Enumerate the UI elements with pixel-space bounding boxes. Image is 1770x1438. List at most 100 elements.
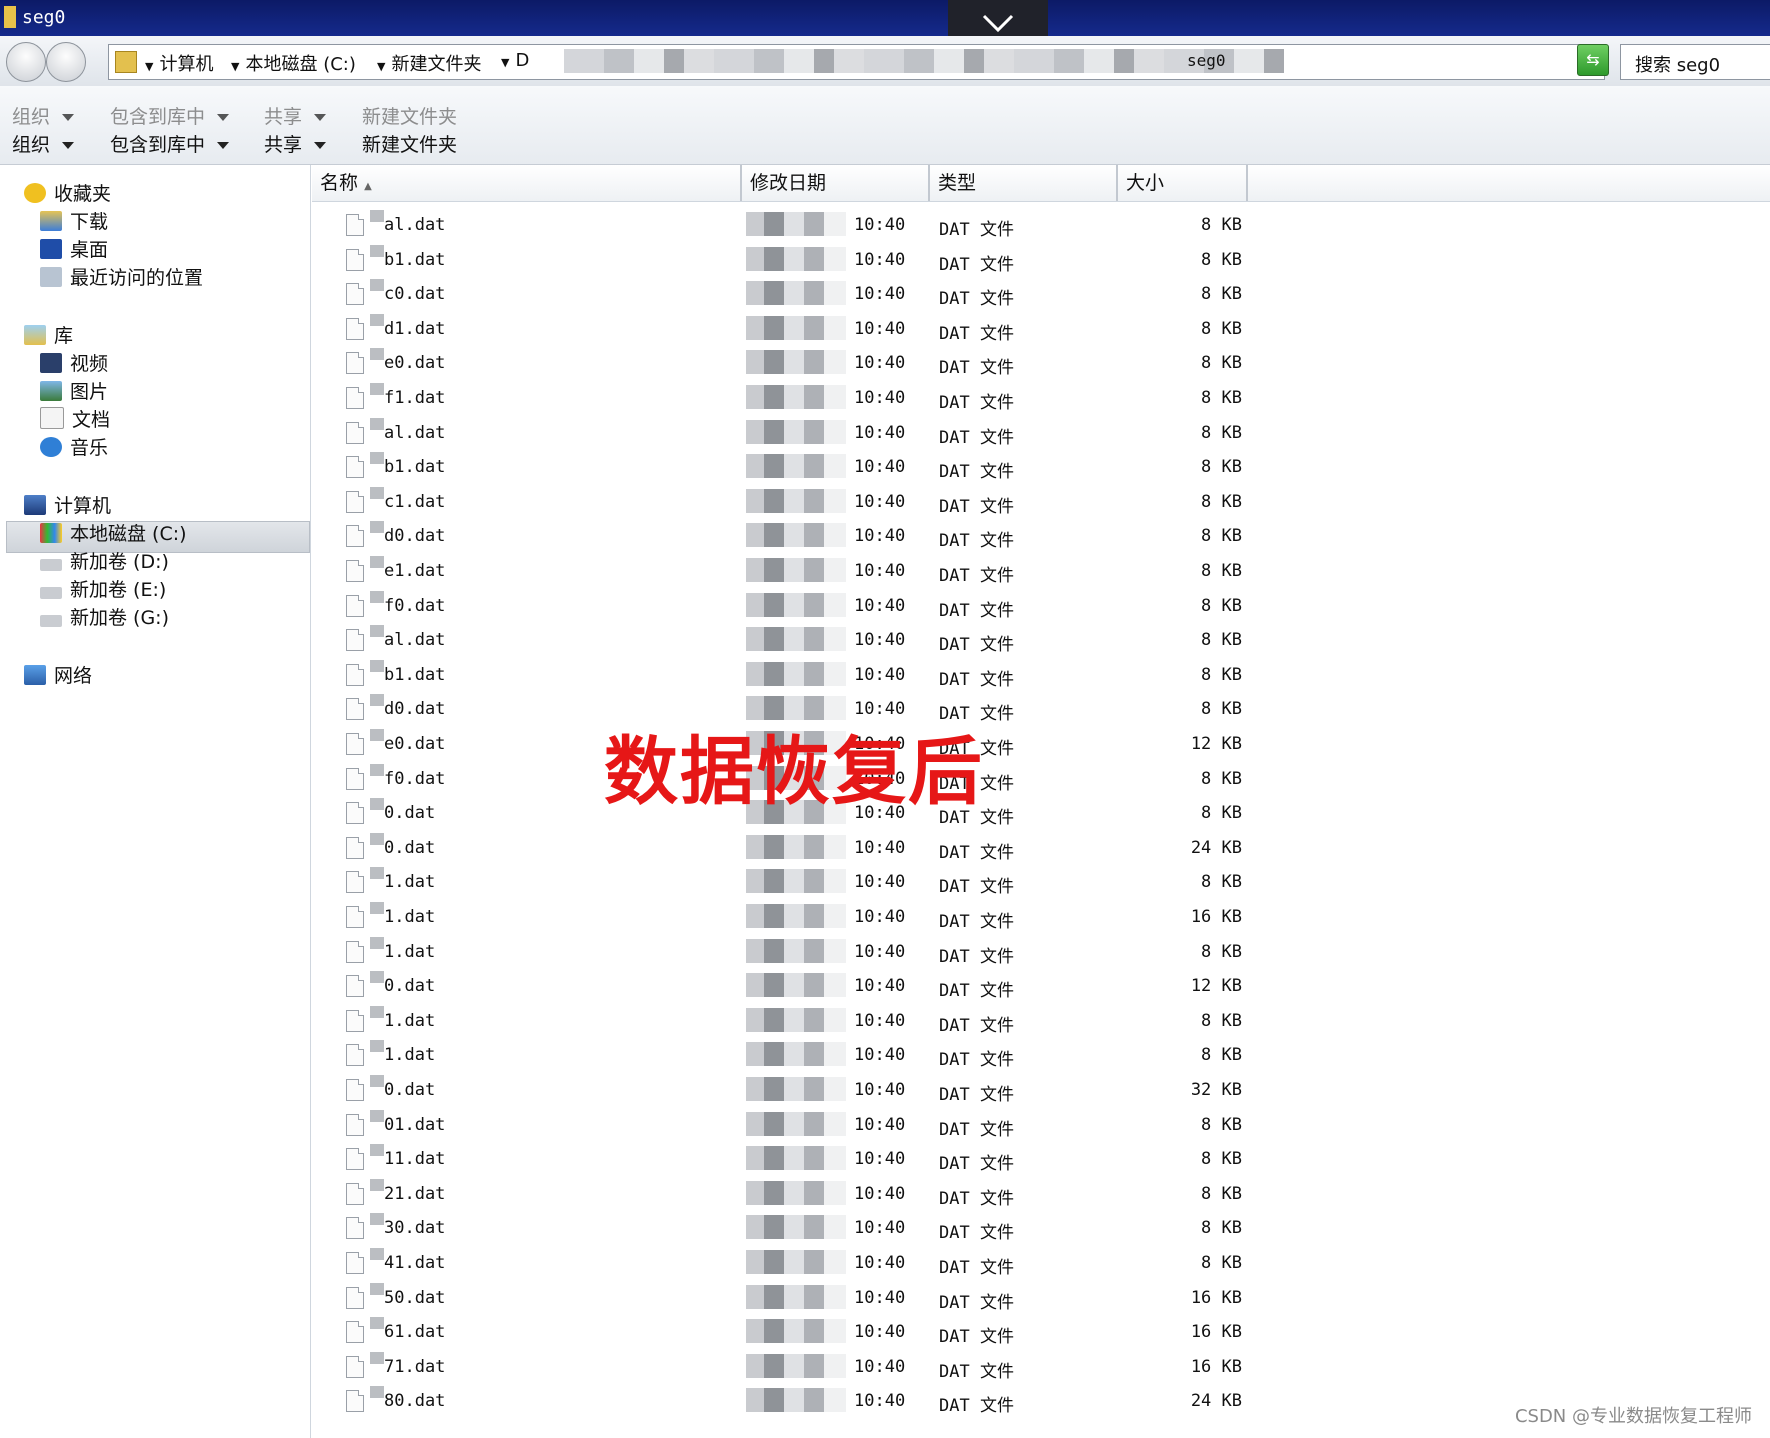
file-row[interactable]: 1.dat 10:40 DAT 文件 8 KB	[312, 935, 1312, 969]
file-row[interactable]: al.dat 10:40 DAT 文件 8 KB	[312, 208, 1312, 242]
file-row[interactable]: 41.dat 10:40 DAT 文件 8 KB	[312, 1246, 1312, 1280]
nav-documents[interactable]: 文档	[40, 405, 110, 432]
file-time: 10:40	[854, 353, 906, 373]
file-row[interactable]: 21.dat 10:40 DAT 文件 8 KB	[312, 1177, 1312, 1211]
redacted-prefix	[370, 210, 384, 222]
file-name: 41.dat	[384, 1253, 446, 1273]
file-row[interactable]: 0.dat 10:40 DAT 文件 24 KB	[312, 831, 1312, 865]
file-row[interactable]: c1.dat 10:40 DAT 文件 8 KB	[312, 485, 1312, 519]
column-header-type[interactable]: 类型	[930, 165, 1118, 201]
nav-local-disk-c[interactable]: 本地磁盘 (C:)	[40, 519, 187, 546]
file-row[interactable]: d1.dat 10:40 DAT 文件 8 KB	[312, 312, 1312, 346]
file-row[interactable]: 11.dat 10:40 DAT 文件 8 KB	[312, 1142, 1312, 1176]
file-row[interactable]: 0.dat 10:40 DAT 文件 12 KB	[312, 969, 1312, 1003]
file-row[interactable]: b1.dat 10:40 DAT 文件 8 KB	[312, 658, 1312, 692]
file-name: 1.dat	[384, 1045, 436, 1065]
file-name: c0.dat	[384, 284, 446, 304]
nav-volume-d[interactable]: 新加卷 (D:)	[40, 547, 169, 574]
file-name: 1.dat	[384, 1011, 436, 1031]
file-row[interactable]: 1.dat 10:40 DAT 文件 8 KB	[312, 1004, 1312, 1038]
file-name: e0.dat	[384, 734, 446, 754]
file-icon	[346, 1079, 364, 1101]
nav-libraries[interactable]: 库	[24, 321, 73, 348]
file-icon	[346, 1252, 364, 1274]
file-row[interactable]: 01.dat 10:40 DAT 文件 8 KB	[312, 1108, 1312, 1142]
file-size: 8 KB	[1201, 769, 1242, 789]
file-type: DAT 文件	[939, 289, 1014, 309]
redacted-date	[746, 523, 846, 547]
file-row[interactable]: 61.dat 10:40 DAT 文件 16 KB	[312, 1315, 1312, 1349]
search-input[interactable]: 搜索 seg0	[1620, 44, 1770, 80]
file-row[interactable]: 50.dat 10:40 DAT 文件 16 KB	[312, 1281, 1312, 1315]
nav-music[interactable]: 音乐	[40, 433, 108, 460]
file-icon	[346, 871, 364, 893]
nav-videos[interactable]: 视频	[40, 349, 108, 376]
file-row[interactable]: 71.dat 10:40 DAT 文件 16 KB	[312, 1350, 1312, 1384]
file-icon	[346, 249, 364, 271]
new-folder-button[interactable]: 新建文件夹	[362, 130, 457, 157]
file-row[interactable]: al.dat 10:40 DAT 文件 8 KB	[312, 416, 1312, 450]
back-button[interactable]	[6, 42, 46, 82]
file-row[interactable]: f1.dat 10:40 DAT 文件 8 KB	[312, 381, 1312, 415]
nav-downloads[interactable]: 下载	[40, 207, 108, 234]
network-icon	[24, 665, 46, 685]
column-header-date[interactable]: 修改日期	[742, 165, 930, 201]
redacted-prefix	[370, 1386, 384, 1398]
nav-pictures[interactable]: 图片	[40, 377, 108, 404]
nav-volume-g[interactable]: 新加卷 (G:)	[40, 603, 169, 630]
redacted-prefix	[370, 245, 384, 257]
file-row[interactable]: b1.dat 10:40 DAT 文件 8 KB	[312, 243, 1312, 277]
forward-button[interactable]	[46, 42, 86, 82]
redacted-prefix	[370, 1144, 384, 1156]
nav-desktop[interactable]: 桌面	[40, 235, 108, 262]
file-size: 32 KB	[1190, 1080, 1242, 1100]
nav-recent[interactable]: 最近访问的位置	[40, 263, 203, 290]
address-bar[interactable]: ▼ 计算机 ▼ 本地磁盘 (C:) ▼ 新建文件夹 ▼ D seg0	[108, 44, 1666, 80]
breadcrumb-d[interactable]: ▼ D	[501, 50, 529, 71]
nav-volume-e[interactable]: 新加卷 (E:)	[40, 575, 166, 602]
file-row[interactable]: e0.dat 10:40 DAT 文件 8 KB	[312, 346, 1312, 380]
nav-network[interactable]: 网络	[24, 661, 92, 688]
breadcrumb-current[interactable]: seg0	[1187, 51, 1226, 70]
file-name: f1.dat	[384, 388, 446, 408]
file-row[interactable]: 0.dat 10:40 DAT 文件 32 KB	[312, 1073, 1312, 1107]
file-time: 10:40	[854, 1011, 906, 1031]
column-header-size[interactable]: 大小	[1118, 165, 1248, 201]
file-row[interactable]: 1.dat 10:40 DAT 文件 8 KB	[312, 865, 1312, 899]
file-type: DAT 文件	[939, 877, 1014, 897]
file-row[interactable]: 80.dat 10:40 DAT 文件 24 KB	[312, 1384, 1312, 1418]
redacted-date	[746, 593, 846, 617]
redacted-date	[746, 1146, 846, 1170]
breadcrumb-computer[interactable]: ▼ 计算机	[145, 50, 213, 76]
refresh-button[interactable]: ⇆	[1577, 44, 1609, 76]
file-row[interactable]: b1.dat 10:40 DAT 文件 8 KB	[312, 450, 1312, 484]
folder-icon	[115, 51, 137, 73]
file-row[interactable]: f0.dat 10:40 DAT 文件 8 KB	[312, 589, 1312, 623]
redacted-prefix	[370, 279, 384, 291]
file-row[interactable]: al.dat 10:40 DAT 文件 8 KB	[312, 623, 1312, 657]
nav-favorites[interactable]: 收藏夹	[24, 179, 111, 206]
redacted-date	[746, 1250, 846, 1274]
file-name: b1.dat	[384, 250, 446, 270]
watermark: CSDN @专业数据恢复工程师	[1514, 1406, 1752, 1427]
file-row[interactable]: e1.dat 10:40 DAT 文件 8 KB	[312, 554, 1312, 588]
column-header-name[interactable]: 名称 ▲	[312, 165, 742, 201]
file-row[interactable]: 1.dat 10:40 DAT 文件 8 KB	[312, 1038, 1312, 1072]
file-name: 11.dat	[384, 1149, 446, 1169]
file-size: 8 KB	[1201, 630, 1242, 650]
file-row[interactable]: d0.dat 10:40 DAT 文件 8 KB	[312, 519, 1312, 553]
breadcrumb-local-disk[interactable]: ▼ 本地磁盘 (C:)	[231, 50, 356, 76]
include-library-button[interactable]: 包含到库中	[110, 130, 230, 157]
nav-computer[interactable]: 计算机	[24, 491, 111, 518]
redacted-prefix	[370, 452, 384, 464]
file-icon	[346, 698, 364, 720]
breadcrumb-new-folder[interactable]: ▼ 新建文件夹	[377, 50, 481, 76]
organize-button[interactable]: 组织	[12, 130, 75, 157]
file-size: 8 KB	[1201, 561, 1242, 581]
share-button[interactable]: 共享	[264, 130, 327, 157]
file-row[interactable]: 30.dat 10:40 DAT 文件 8 KB	[312, 1211, 1312, 1245]
file-row[interactable]: 1.dat 10:40 DAT 文件 16 KB	[312, 900, 1312, 934]
file-row[interactable]: c0.dat 10:40 DAT 文件 8 KB	[312, 277, 1312, 311]
file-type: DAT 文件	[939, 1293, 1014, 1313]
file-icon	[346, 387, 364, 409]
